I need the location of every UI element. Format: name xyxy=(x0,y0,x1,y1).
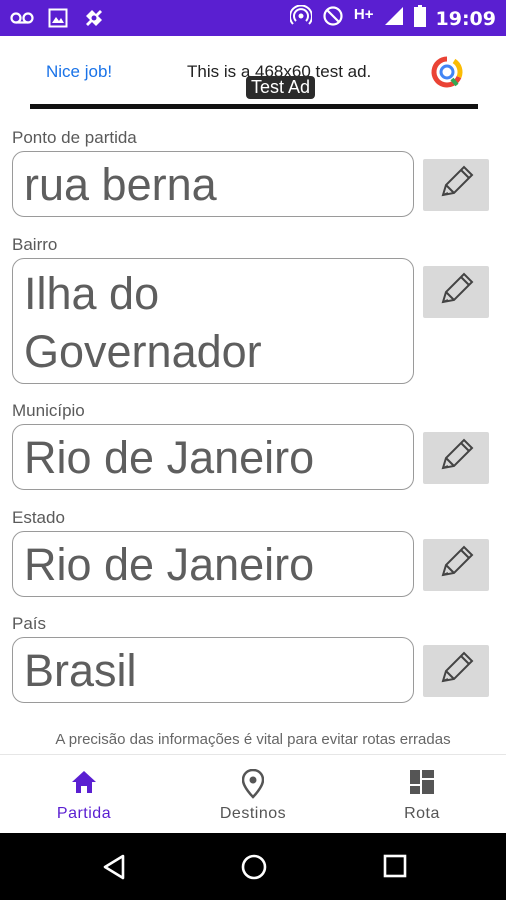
status-bar: H+ 19:09 xyxy=(0,0,506,36)
edit-pais-button[interactable] xyxy=(423,645,489,697)
bottom-navigation: Partida Destinos Rota xyxy=(0,754,506,834)
label-bairro: Bairro xyxy=(12,235,58,254)
clock: 19:09 xyxy=(435,7,496,30)
pais-value: Brasil xyxy=(24,645,137,696)
ad-label: Nice job! xyxy=(46,62,113,81)
nav-label-partida: Partida xyxy=(56,805,112,822)
estado-field[interactable]: Rio de Janeiro xyxy=(12,531,414,597)
home-button-icon[interactable] xyxy=(240,853,268,886)
network-type: H+ xyxy=(353,6,374,23)
edit-municipio-button[interactable] xyxy=(423,432,489,484)
nav-label-destinos: Destinos xyxy=(219,805,287,822)
hotspot-icon xyxy=(288,4,313,32)
dnd-icon xyxy=(322,5,344,32)
location-pin-icon xyxy=(241,768,265,804)
ad-banner[interactable]: Nice job! This is a 468x60 test ad. Test… xyxy=(30,36,478,109)
pencil-icon xyxy=(436,271,476,314)
edit-ponto-de-partida-button[interactable] xyxy=(423,159,489,211)
pencil-icon xyxy=(436,650,476,693)
label-ponto-de-partida: Ponto de partida xyxy=(12,128,137,147)
back-icon[interactable] xyxy=(101,853,127,886)
label-pais: País xyxy=(12,614,47,633)
label-estado: Estado xyxy=(12,508,65,527)
ponto-de-partida-field[interactable]: rua berna xyxy=(12,151,414,217)
home-icon xyxy=(70,769,98,800)
bairro-field[interactable]: Ilha do Governador xyxy=(12,258,414,384)
voicemail-icon xyxy=(10,11,34,30)
system-navigation-bar xyxy=(0,833,506,900)
bairro-value: Ilha do Governador xyxy=(24,268,262,377)
signal-icon xyxy=(384,6,404,31)
test-ad-tag: Test Ad xyxy=(246,76,316,99)
nav-item-partida[interactable]: Partida xyxy=(0,755,168,834)
admob-logo-icon xyxy=(430,55,464,89)
pencil-icon xyxy=(436,164,476,207)
ponto-de-partida-value: rua berna xyxy=(24,159,217,210)
edit-estado-button[interactable] xyxy=(423,539,489,591)
pencil-icon xyxy=(436,437,476,480)
edit-bairro-button[interactable] xyxy=(423,266,489,318)
municipio-field[interactable]: Rio de Janeiro xyxy=(12,424,414,490)
nav-item-destinos[interactable]: Destinos xyxy=(169,755,337,834)
estado-value: Rio de Janeiro xyxy=(24,539,315,590)
nav-item-rota[interactable]: Rota xyxy=(338,755,506,834)
pencil-icon xyxy=(436,544,476,587)
dashboard-icon xyxy=(409,769,435,800)
nav-label-rota: Rota xyxy=(404,805,440,822)
battery-icon xyxy=(413,5,426,32)
pais-field[interactable]: Brasil xyxy=(12,637,414,703)
image-icon xyxy=(48,8,68,33)
municipio-value: Rio de Janeiro xyxy=(24,432,315,483)
puzzle-icon xyxy=(82,6,106,35)
label-municipio: Município xyxy=(12,401,85,420)
recents-icon[interactable] xyxy=(382,853,408,884)
accuracy-note: A precisão das informações é vital para … xyxy=(55,731,451,748)
